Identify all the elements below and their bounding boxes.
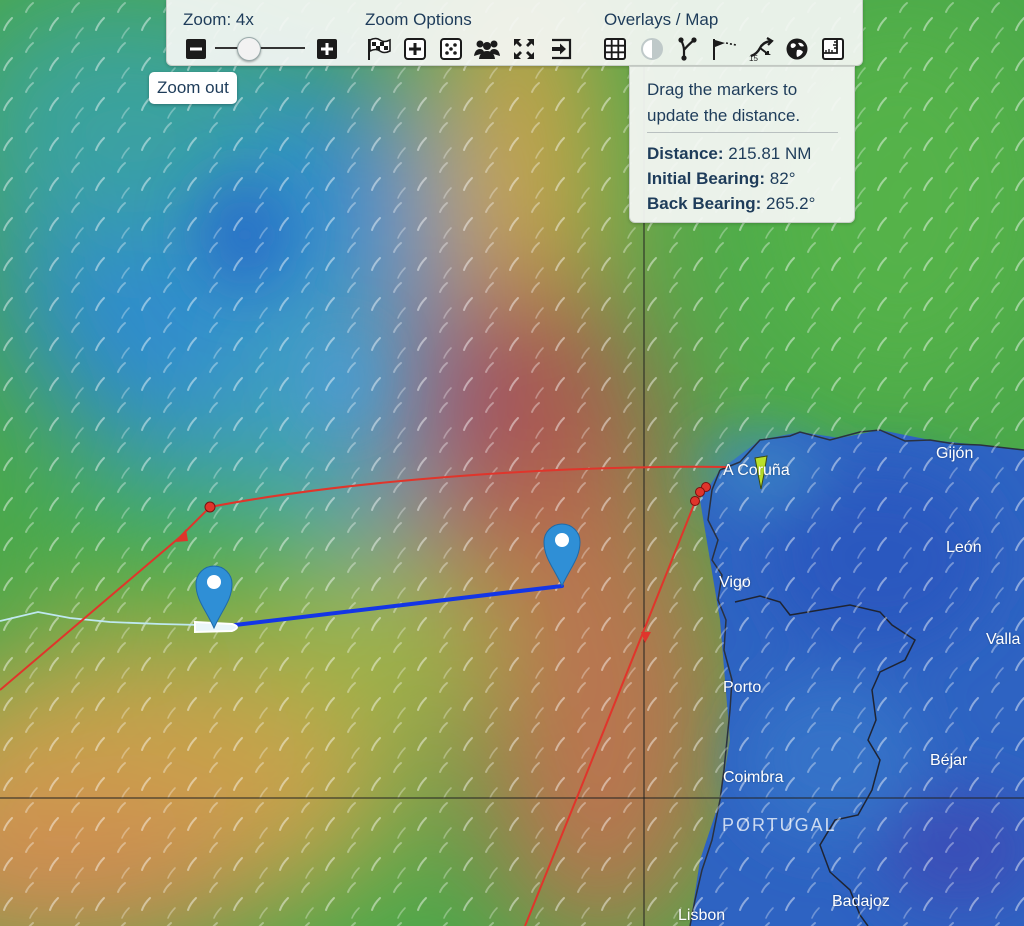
city-label: Lisbon bbox=[678, 907, 726, 924]
city-label: Coimbra bbox=[723, 769, 784, 786]
waypoint-dot[interactable] bbox=[204, 501, 216, 513]
panel-divider bbox=[647, 132, 838, 133]
country-label: PORTUGAL bbox=[722, 815, 837, 835]
city-label: Valla bbox=[986, 631, 1021, 648]
initial-bearing-value: 82° bbox=[769, 169, 796, 188]
routes-overlay-button[interactable] bbox=[675, 36, 701, 62]
city-label: Badajoz bbox=[832, 893, 890, 910]
fit-all-button[interactable] bbox=[511, 36, 537, 62]
overlays-map-label: Overlays / Map bbox=[604, 10, 719, 29]
city-label: Béjar bbox=[930, 752, 968, 769]
city-label: Porto bbox=[723, 679, 762, 696]
initial-bearing-row: Initial Bearing: 82° bbox=[647, 169, 796, 189]
minus-square-icon bbox=[186, 39, 206, 59]
waypoint-dot[interactable] bbox=[690, 496, 700, 506]
waypoint-dot[interactable] bbox=[695, 487, 705, 497]
zoom-options-label: Zoom Options bbox=[365, 10, 472, 29]
city-label: Vigo bbox=[719, 574, 751, 591]
wind-flag-icon bbox=[713, 39, 737, 60]
distance-label: Distance: bbox=[647, 144, 729, 163]
route-fork-icon bbox=[678, 37, 697, 61]
zoom-out-button[interactable] bbox=[183, 36, 209, 62]
zoom-to-finish-button[interactable] bbox=[366, 36, 392, 62]
city-label: León bbox=[946, 539, 982, 556]
zoom-level-label: Zoom: 4x bbox=[183, 10, 254, 29]
add-boat-button[interactable] bbox=[402, 36, 428, 62]
zoom-slider-thumb[interactable] bbox=[237, 37, 261, 61]
back-bearing-label: Back Bearing: bbox=[647, 194, 767, 213]
zoom-in-button[interactable] bbox=[314, 36, 340, 62]
route-time-button[interactable]: 15 bbox=[748, 36, 774, 62]
distance-row: Distance: 215.81 NM bbox=[647, 144, 811, 164]
go-to-boat-button[interactable] bbox=[548, 36, 574, 62]
random-boat-button[interactable] bbox=[438, 36, 464, 62]
day-night-overlay-button[interactable] bbox=[639, 36, 665, 62]
route-time-badge: 15 bbox=[749, 54, 758, 62]
plus-box-icon bbox=[404, 38, 426, 60]
weather-map[interactable]: A Coruña Gijón León Vigo Valla Porto Béj… bbox=[0, 0, 1024, 926]
plus-square-icon bbox=[317, 39, 337, 59]
group-icon bbox=[474, 40, 500, 59]
distance-hint-text: Drag the markers to update the distance. bbox=[647, 80, 801, 125]
expand-icon bbox=[514, 39, 534, 59]
grid-icon bbox=[604, 38, 626, 60]
distance-info-panel: Drag the markers to update the distance.… bbox=[629, 66, 855, 223]
route-time-icon: 15 bbox=[749, 37, 774, 62]
checkered-flag-icon bbox=[368, 37, 391, 60]
exit-arrow-icon bbox=[552, 38, 572, 60]
map-layer-button[interactable] bbox=[784, 36, 810, 62]
city-label: A Coruña bbox=[723, 462, 790, 479]
measure-distance-button[interactable] bbox=[820, 36, 846, 62]
dice-icon bbox=[440, 38, 462, 60]
zoom-out-tooltip: Zoom out bbox=[149, 72, 237, 104]
city-label: Gijón bbox=[936, 445, 974, 462]
distance-value: 215.81 NM bbox=[728, 144, 812, 163]
ruler-icon bbox=[822, 38, 844, 60]
wind-overlay bbox=[0, 0, 1024, 926]
day-night-icon bbox=[641, 38, 663, 60]
top-toolbar: Zoom: 4x Zoom Options Overlays / Map 15 bbox=[166, 0, 863, 66]
fleet-button[interactable] bbox=[474, 36, 500, 62]
wind-overlay-button[interactable] bbox=[711, 36, 737, 62]
back-bearing-row: Back Bearing: 265.2° bbox=[647, 194, 815, 214]
back-bearing-value: 265.2° bbox=[766, 194, 816, 213]
grid-overlay-button[interactable] bbox=[602, 36, 628, 62]
initial-bearing-label: Initial Bearing: bbox=[647, 169, 770, 188]
zoom-slider[interactable] bbox=[215, 36, 305, 61]
globe-icon bbox=[786, 38, 808, 60]
map-canvas[interactable] bbox=[0, 0, 1024, 926]
